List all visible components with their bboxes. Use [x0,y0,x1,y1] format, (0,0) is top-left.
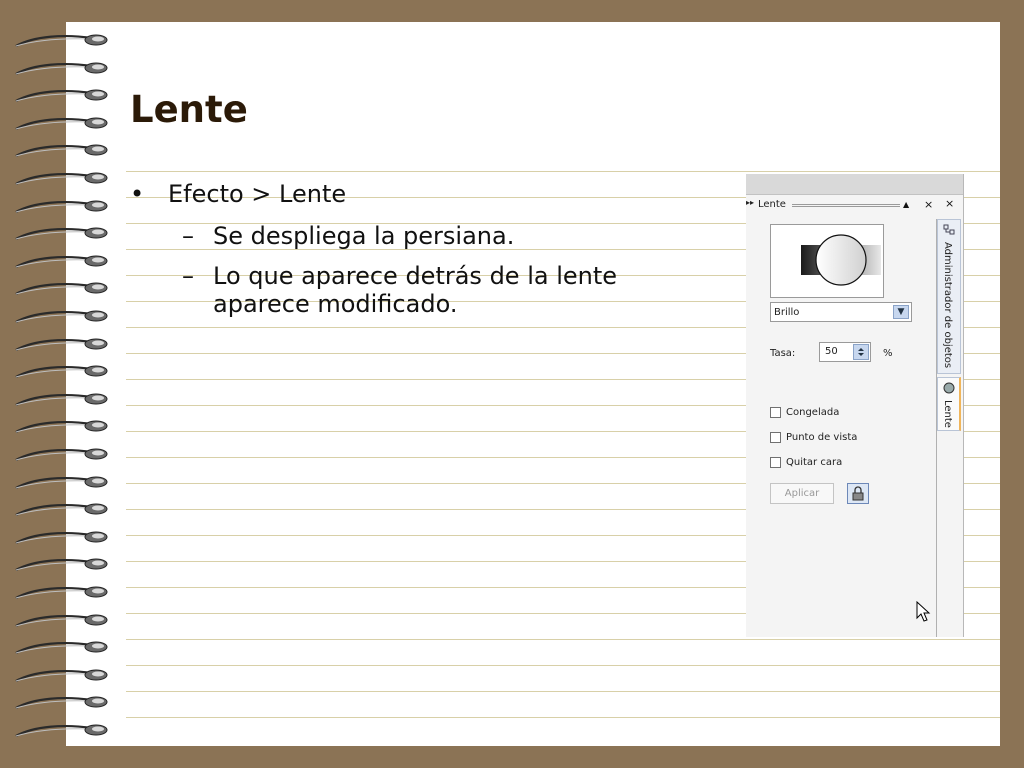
lens-preview-icon [801,234,881,286]
spinner-arrows-icon[interactable] [853,344,869,360]
tab-label: Lente [942,400,953,428]
checkbox-label: Punto de vista [786,432,858,443]
dropdown-value: Brillo [774,307,800,318]
spiral-ring [15,531,108,544]
spiral-ring [15,227,108,241]
object-manager-icon [943,224,955,235]
lens-tab-icon [943,382,955,394]
apply-button[interactable]: Aplicar [770,483,834,504]
lock-button[interactable] [847,483,869,504]
sub-bullet-text: Lo que aparece detrás de la lente [213,262,618,290]
ruled-line [126,639,1000,640]
tab-label: Administrador de objetos [942,242,953,369]
spiral-ring [15,420,108,434]
ruled-line [126,665,1000,666]
checkbox-label: Quitar cara [786,457,843,468]
spiral-ring [15,62,108,75]
rate-value: 50 [825,346,838,357]
close-panel-icon[interactable]: × [924,198,933,211]
spiral-ring [15,144,108,158]
rate-label: Tasa: [770,348,796,359]
spiral-ring [15,282,108,296]
checkbox-viewpoint[interactable] [770,432,781,443]
spiral-ring [15,365,108,379]
spiral-ring [15,338,108,351]
sub-bullet-item: – Lo que aparece detrás de la lente apare… [182,262,617,318]
spiral-ring [15,476,108,489]
spiral-ring [15,448,108,461]
panel-title: Lente [758,199,786,210]
lens-preview [770,224,884,298]
spiral-ring [15,393,108,406]
checkbox-remove-face[interactable] [770,457,781,468]
dash-icon: – [182,262,194,290]
checkbox-frozen[interactable] [770,407,781,418]
rate-unit: % [883,348,893,359]
panel-top-bar [746,174,963,195]
apply-button-label: Aplicar [784,488,820,499]
spiral-ring [15,89,108,103]
spiral-ring [15,310,108,323]
spiral-ring [15,200,108,213]
spiral-ring [15,503,108,517]
spiral-ring [15,117,108,130]
spiral-ring [15,641,108,655]
lock-icon [852,486,864,501]
collapse-icon[interactable]: ▲ [903,200,909,209]
lens-docker-panel: ▸▸ Lente ▲ × × Brillo ▼ Tasa: 50 % Conge… [746,174,964,637]
expand-arrows-icon[interactable]: ▸▸ [746,198,754,207]
ruled-line [126,691,1000,692]
spiral-ring [15,696,108,710]
sub-bullet-continuation: aparece modificado. [213,290,458,318]
close-docker-icon[interactable]: × [945,197,954,210]
spiral-ring [15,724,108,737]
sub-bullet-text: Se despliega la persiana. [213,222,515,250]
bullet-text: Efecto > Lente [168,180,347,208]
sub-bullet-item: – Se despliega la persiana. [182,222,514,250]
checkbox-label: Congelada [786,407,840,418]
tab-lens[interactable]: Lente [937,377,961,431]
dash-icon: – [182,222,194,250]
spiral-ring [15,34,108,47]
spiral-ring [15,172,108,185]
chevron-down-icon[interactable]: ▼ [893,305,909,319]
mouse-pointer-icon [916,601,931,622]
spiral-ring [15,586,108,599]
spiral-ring [15,255,108,268]
ruled-line [126,717,1000,718]
panel-title-bar: ▸▸ Lente ▲ × [746,195,936,213]
title-grip-line [792,204,900,207]
spiral-ring [15,614,108,627]
docker-tab-strip: Administrador de objetos Lente [936,219,963,637]
bullet-item: • Efecto > Lente [130,180,346,208]
slide-title: Lente [130,88,248,131]
rate-spinner[interactable]: 50 [819,342,871,362]
lens-type-dropdown[interactable]: Brillo ▼ [770,302,912,322]
spiral-ring [15,558,108,572]
spiral-ring [15,669,108,682]
ruled-line [126,171,1000,172]
tab-object-manager[interactable]: Administrador de objetos [937,219,961,374]
bullet-dot-icon: • [130,180,145,208]
